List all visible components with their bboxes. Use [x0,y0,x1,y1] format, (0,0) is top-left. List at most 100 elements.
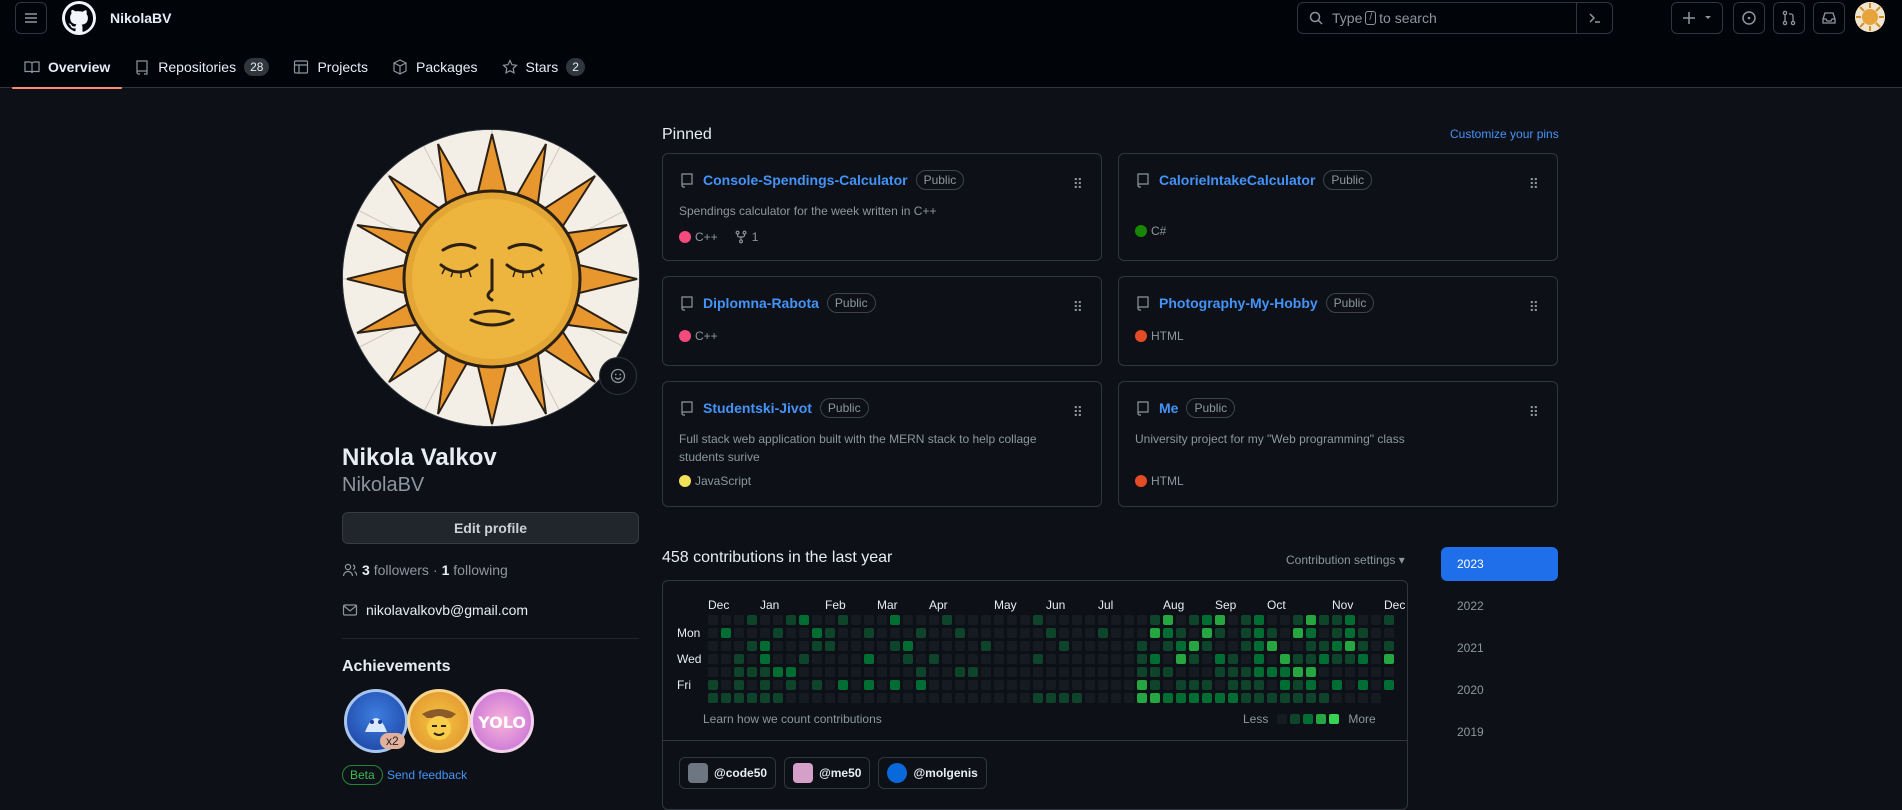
contribution-day[interactable] [1358,615,1368,625]
contribution-day[interactable] [942,615,952,625]
contribution-day[interactable] [1137,628,1147,638]
contribution-day[interactable] [825,615,835,625]
contribution-day[interactable] [1033,628,1043,638]
contribution-day[interactable] [851,615,861,625]
contribution-day[interactable] [1202,693,1212,703]
contribution-day[interactable] [1306,641,1316,651]
contribution-day[interactable] [942,667,952,677]
contribution-day[interactable] [838,693,848,703]
contribution-day[interactable] [1267,693,1277,703]
contribution-day[interactable] [1176,680,1186,690]
contribution-day[interactable] [1189,628,1199,638]
contribution-day[interactable] [968,641,978,651]
contribution-day[interactable] [1007,654,1017,664]
contribution-day[interactable] [773,615,783,625]
contribution-day[interactable] [1228,654,1238,664]
contribution-day[interactable] [786,628,796,638]
contribution-day[interactable] [1046,628,1056,638]
contribution-day[interactable] [812,654,822,664]
contribution-day[interactable] [955,615,965,625]
contribution-day[interactable] [1059,628,1069,638]
contribution-day[interactable] [1098,654,1108,664]
contribution-day[interactable] [1020,641,1030,651]
contribution-day[interactable] [1358,654,1368,664]
contribution-day[interactable] [760,628,770,638]
following-link[interactable]: 1 following [442,562,508,578]
search-input[interactable]: Type / to search [1297,2,1613,34]
contribution-day[interactable] [838,615,848,625]
contribution-day[interactable] [721,641,731,651]
contribution-day[interactable] [1085,641,1095,651]
tab-overview[interactable]: Overview [12,50,123,89]
contribution-day[interactable] [1150,654,1160,664]
drag-handle-icon[interactable]: ⠿ [1073,404,1083,421]
contribution-day[interactable] [1241,667,1251,677]
org-filter-code50[interactable]: @code50 [679,757,777,789]
contribution-day[interactable] [734,693,744,703]
contribution-day[interactable] [1046,667,1056,677]
contribution-day[interactable] [942,693,952,703]
contribution-day[interactable] [786,693,796,703]
contribution-day[interactable] [955,641,965,651]
contribution-day[interactable] [981,680,991,690]
contribution-day[interactable] [1163,680,1173,690]
contribution-day[interactable] [1163,628,1173,638]
contribution-day[interactable] [1371,615,1381,625]
contribution-day[interactable] [1228,628,1238,638]
contribution-day[interactable] [955,654,965,664]
contribution-day[interactable] [955,680,965,690]
contribution-day[interactable] [747,654,757,664]
contribution-day[interactable] [1254,693,1264,703]
contribution-day[interactable] [1345,680,1355,690]
contribution-day[interactable] [812,641,822,651]
contribution-day[interactable] [929,680,939,690]
contribution-day[interactable] [890,628,900,638]
contribution-day[interactable] [1059,641,1069,651]
contribution-day[interactable] [1176,693,1186,703]
year-2019[interactable]: 2019 [1441,715,1558,749]
contribution-day[interactable] [1111,615,1121,625]
contribution-day[interactable] [851,667,861,677]
contribution-day[interactable] [721,667,731,677]
contribution-day[interactable] [1371,667,1381,677]
contribution-day[interactable] [1267,667,1277,677]
contribution-day[interactable] [1059,615,1069,625]
contribution-day[interactable] [825,641,835,651]
contribution-day[interactable] [916,667,926,677]
contribution-day[interactable] [1215,628,1225,638]
contribution-day[interactable] [1293,667,1303,677]
contribution-day[interactable] [1267,654,1277,664]
contribution-day[interactable] [1332,641,1342,651]
pinned-repo-link[interactable]: Diplomna-Rabota [703,295,819,311]
contribution-day[interactable] [1306,667,1316,677]
contribution-day[interactable] [981,615,991,625]
contribution-day[interactable] [1111,667,1121,677]
contribution-day[interactable] [1293,641,1303,651]
contribution-day[interactable] [968,680,978,690]
contribution-day[interactable] [1124,693,1134,703]
contribution-day[interactable] [903,641,913,651]
contribution-day[interactable] [968,667,978,677]
contribution-day[interactable] [1384,680,1394,690]
contribution-day[interactable] [1215,680,1225,690]
contribution-day[interactable] [864,641,874,651]
pull-requests-button[interactable] [1773,2,1805,34]
contribution-day[interactable] [1137,667,1147,677]
contribution-day[interactable] [1371,628,1381,638]
contribution-day[interactable] [1280,641,1290,651]
contribution-day[interactable] [864,680,874,690]
contribution-day[interactable] [851,628,861,638]
set-status-button[interactable] [599,357,637,395]
contribution-day[interactable] [1124,654,1134,664]
contribution-day[interactable] [981,628,991,638]
followers-link[interactable]: 3 followers [362,562,429,578]
contribution-day[interactable] [1280,693,1290,703]
contribution-day[interactable] [838,667,848,677]
contribution-day[interactable] [1215,654,1225,664]
contribution-day[interactable] [981,667,991,677]
contribution-day[interactable] [1345,628,1355,638]
tab-projects[interactable]: Projects [281,50,380,83]
contribution-day[interactable] [773,667,783,677]
contribution-day[interactable] [968,654,978,664]
contribution-day[interactable] [994,693,1004,703]
